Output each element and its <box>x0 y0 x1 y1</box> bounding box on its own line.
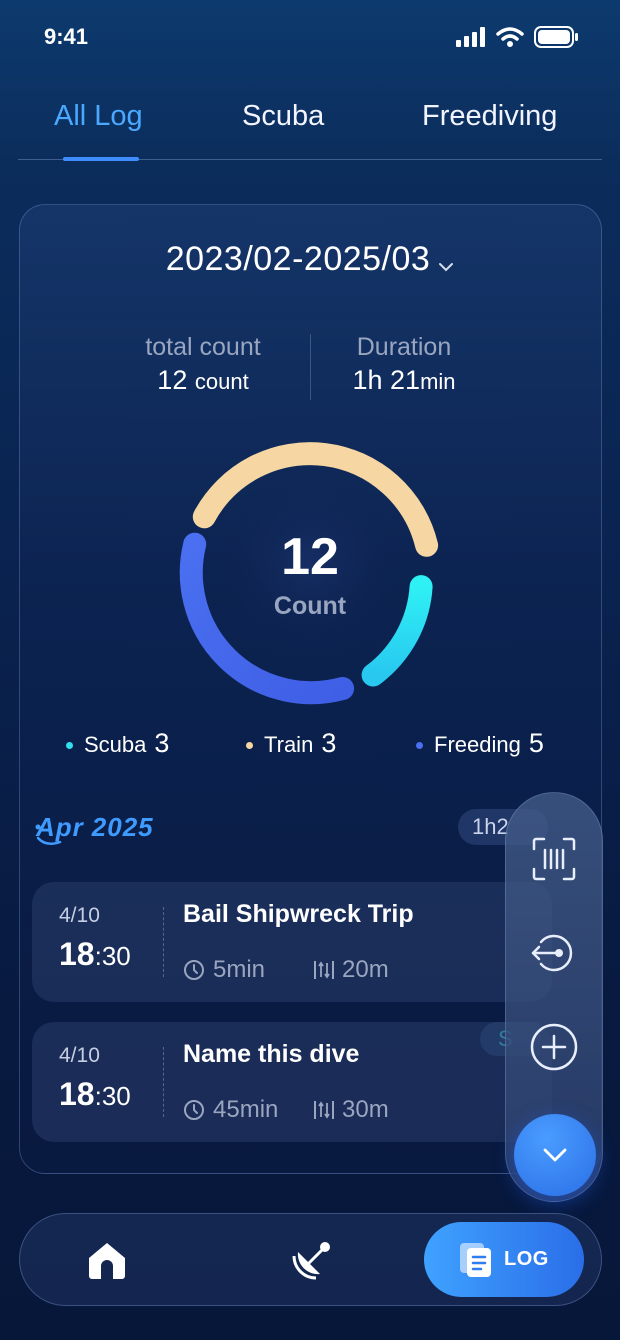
log-book-icon <box>460 1242 491 1277</box>
legend-dot-scuba <box>66 742 73 749</box>
entry-date: 4/10 <box>59 904 100 927</box>
duration-unit: min <box>420 369 456 394</box>
wave-decoration-icon <box>35 824 62 846</box>
home-icon <box>89 1243 125 1279</box>
clock-icon <box>184 1100 204 1120</box>
scan-button[interactable] <box>529 834 579 884</box>
entry-time-minute: :30 <box>94 1081 131 1111</box>
legend-value-scuba: 3 <box>154 728 170 758</box>
year-label: 2025 <box>91 812 154 842</box>
entry-divider <box>163 907 165 977</box>
tab-scuba[interactable]: Scuba <box>242 100 324 133</box>
date-range-selector[interactable]: 2023/02-2025/03 <box>0 240 620 281</box>
duration-number: 1h 21 <box>352 365 421 395</box>
legend-item-train: Train 3 <box>246 728 336 759</box>
nav-log-button[interactable]: LOG <box>424 1222 584 1297</box>
entry-time-hour: 18 <box>59 936 95 972</box>
log-entry[interactable]: 4/10 18:30 Name this dive 45min 30m <box>32 1022 552 1142</box>
nav-log-label: LOG <box>504 1248 549 1270</box>
donut-caption: Count <box>273 592 347 620</box>
entry-time-hour: 18 <box>59 1076 95 1112</box>
stats-divider <box>310 334 311 400</box>
tab-active-indicator <box>63 157 139 161</box>
status-time: 9:41 <box>44 24 89 49</box>
tab-freediving[interactable]: Freediving <box>422 100 557 133</box>
entry-duration-value: 5min <box>213 956 266 983</box>
clock-icon <box>184 960 204 980</box>
entry-depth-value: 30m <box>342 1096 389 1123</box>
signal-icon <box>456 27 485 47</box>
battery-icon <box>534 26 578 48</box>
legend-item-freeding: Freeding 5 <box>416 728 544 759</box>
date-range-label: 2023/02-2025/03 <box>165 240 431 278</box>
import-button[interactable] <box>529 928 579 978</box>
entry-time: 18:30 <box>59 1076 131 1113</box>
entry-time-minute: :30 <box>94 941 131 971</box>
legend-value-train: 3 <box>321 728 337 758</box>
add-dive-button[interactable] <box>529 1022 579 1072</box>
depth-icon <box>314 961 334 979</box>
entry-duration: 45min <box>183 1096 278 1124</box>
donut-total-number: 12 <box>281 528 339 586</box>
duration-label: Duration <box>356 333 452 361</box>
total-count-unit: count <box>194 369 249 394</box>
entry-title: Name this dive <box>183 1040 360 1068</box>
entry-depth-value: 20m <box>342 956 389 983</box>
legend-label-freeding: Freeding <box>434 732 521 757</box>
entry-depth: 30m <box>314 1096 389 1124</box>
nav-home-button[interactable] <box>86 1240 128 1280</box>
chevron-down-icon <box>438 242 454 281</box>
entry-divider <box>163 1047 165 1117</box>
total-count-label: total count <box>145 333 261 361</box>
legend-label-scuba: Scuba <box>84 732 147 757</box>
wifi-icon <box>496 26 524 47</box>
import-icon <box>531 934 573 972</box>
tab-all-log[interactable]: All Log <box>54 100 143 133</box>
chevron-down-icon <box>543 1148 567 1162</box>
legend-label-train: Train <box>264 732 314 757</box>
legend-dot-freeding <box>416 742 423 749</box>
legend-value-freeding: 5 <box>528 728 544 758</box>
legend-dot-train <box>246 742 253 749</box>
status-icons <box>456 26 578 48</box>
entry-time: 18:30 <box>59 936 131 973</box>
tab-bar: All Log Scuba Freediving <box>0 100 620 140</box>
duration-value: 1h 21min <box>324 365 484 396</box>
entry-duration: 5min <box>183 956 265 984</box>
log-entry[interactable]: 4/10 18:30 Bail Shipwreck Trip 5min 20m <box>32 882 552 1002</box>
total-count-number: 12 <box>157 365 188 395</box>
legend-item-scuba: Scuba 3 <box>66 728 169 759</box>
entry-title: Bail Shipwreck Trip <box>183 900 414 928</box>
entry-depth: 20m <box>314 956 389 984</box>
satellite-dish-icon <box>292 1242 330 1280</box>
plus-circle-icon <box>530 1023 578 1071</box>
nav-explore-button[interactable] <box>290 1238 334 1282</box>
total-count-value: 12 count <box>118 365 288 396</box>
collapse-actions-button[interactable] <box>514 1114 596 1196</box>
entry-duration-value: 45min <box>213 1096 279 1123</box>
entry-date: 4/10 <box>59 1044 100 1067</box>
depth-icon <box>314 1101 334 1119</box>
scan-icon <box>532 837 576 881</box>
